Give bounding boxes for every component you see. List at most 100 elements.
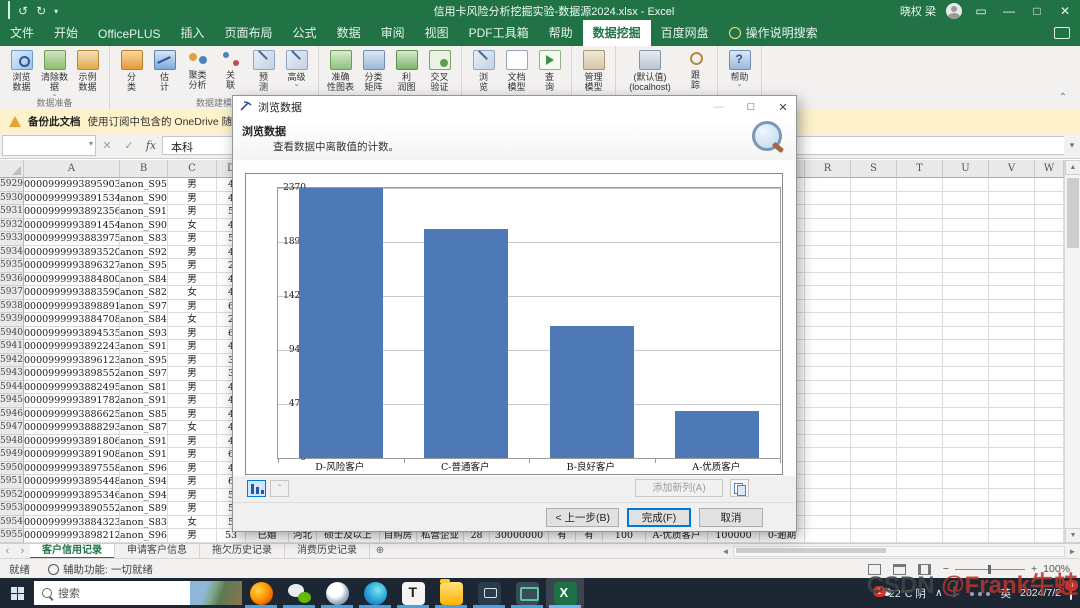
tab-OfficePLUS[interactable]: OfficePLUS (88, 23, 170, 46)
cell[interactable] (897, 448, 943, 462)
row-header[interactable]: 5935 (0, 259, 24, 273)
cell[interactable]: anon_S9519 (120, 178, 168, 192)
cell[interactable]: 男 (168, 489, 217, 503)
cell[interactable] (989, 232, 1035, 246)
cell[interactable]: 女 (168, 313, 217, 327)
cell[interactable]: 0000999993891908 (24, 448, 120, 462)
browse-model-button[interactable]: 浏 览 (467, 49, 500, 93)
save-icon[interactable] (8, 4, 10, 18)
cell[interactable] (897, 367, 943, 381)
cell[interactable] (943, 462, 989, 476)
cell[interactable]: 男 (168, 327, 217, 341)
cell[interactable]: 0000999993898212 (24, 529, 120, 543)
cell[interactable] (1035, 327, 1064, 341)
cell[interactable]: anon_S8407 (120, 313, 168, 327)
cell[interactable] (851, 502, 897, 516)
associate-button[interactable]: 关 联 (214, 49, 247, 93)
class-matrix-button[interactable]: 分类 矩阵 (357, 49, 390, 93)
cell[interactable] (943, 300, 989, 314)
row-header[interactable]: 5946 (0, 408, 24, 422)
cell[interactable]: 0000999993896327 (24, 259, 120, 273)
profit-chart-button[interactable]: 利 润图 (390, 49, 423, 93)
cell[interactable] (851, 529, 897, 543)
query-button[interactable]: 查 询 (533, 49, 566, 93)
cell[interactable]: 0000999993898552 (24, 367, 120, 381)
cell[interactable]: 0000999993891782 (24, 394, 120, 408)
cell[interactable]: 女 (168, 516, 217, 530)
hscroll-thumb[interactable] (736, 548, 886, 553)
avatar[interactable] (946, 3, 962, 19)
cell[interactable] (1035, 529, 1064, 543)
cell[interactable] (1035, 354, 1064, 368)
row-header[interactable]: 5949 (0, 448, 24, 462)
cell[interactable] (897, 475, 943, 489)
cell[interactable]: 0000999993896123 (24, 354, 120, 368)
cell[interactable] (805, 232, 851, 246)
estimate-button[interactable]: 估 计 (148, 49, 181, 93)
cell[interactable] (897, 489, 943, 503)
cell[interactable] (897, 516, 943, 530)
cell[interactable] (943, 435, 989, 449)
cell[interactable] (897, 286, 943, 300)
cell[interactable]: anon_S8369 (120, 516, 168, 530)
horizontal-scrollbar[interactable]: ◄ ► (718, 544, 1080, 559)
server-button[interactable]: (默认值) (localhost) (621, 49, 679, 93)
cell[interactable] (989, 502, 1035, 516)
cell[interactable] (805, 327, 851, 341)
cell[interactable] (989, 219, 1035, 233)
sheet-tab-客户信用记录[interactable]: 客户信用记录 (30, 544, 115, 559)
column-header-T[interactable]: T (897, 160, 943, 178)
row-header[interactable]: 5951 (0, 475, 24, 489)
tab-插入[interactable]: 插入 (171, 20, 215, 46)
cell[interactable]: 0000999993891454 (24, 219, 120, 233)
cell[interactable] (805, 286, 851, 300)
cell[interactable] (805, 367, 851, 381)
cell[interactable] (943, 475, 989, 489)
cell[interactable] (989, 327, 1035, 341)
insert-function-icon[interactable]: fx (140, 139, 162, 152)
cell[interactable] (897, 327, 943, 341)
cell[interactable] (989, 300, 1035, 314)
confirm-entry-icon[interactable]: ✓ (118, 139, 140, 152)
cell[interactable] (1035, 192, 1064, 206)
cell[interactable] (805, 516, 851, 530)
row-header[interactable]: 5954 (0, 516, 24, 530)
cell[interactable] (897, 421, 943, 435)
cell[interactable]: 0000999993894535 (24, 327, 120, 341)
column-header-S[interactable]: S (851, 160, 897, 178)
row-header[interactable]: 5941 (0, 340, 24, 354)
cell[interactable]: 女 (168, 421, 217, 435)
cell[interactable]: anon_S9121 (120, 448, 168, 462)
restore-button[interactable]: □ (1028, 4, 1046, 18)
cell[interactable] (805, 340, 851, 354)
cell[interactable] (851, 435, 897, 449)
cancel-entry-icon[interactable]: ✕ (96, 139, 118, 152)
tab-百度网盘[interactable]: 百度网盘 (651, 20, 719, 46)
manage-models-button[interactable]: 管理 模型 (577, 49, 610, 93)
cell[interactable] (989, 192, 1035, 206)
row-header[interactable]: 5952 (0, 489, 24, 503)
cell[interactable] (1035, 448, 1064, 462)
row-header[interactable]: 5943 (0, 367, 24, 381)
cell[interactable]: 男 (168, 529, 217, 543)
cell[interactable]: 女 (168, 219, 217, 233)
cell[interactable] (851, 300, 897, 314)
dialog-maximize-icon[interactable]: □ (738, 101, 764, 113)
taskbar-search-input[interactable]: 搜索 (34, 581, 242, 605)
cell[interactable] (851, 246, 897, 260)
cell[interactable] (989, 259, 1035, 273)
tab-开始[interactable]: 开始 (44, 20, 88, 46)
cell[interactable] (851, 340, 897, 354)
cell[interactable]: anon_S8598 (120, 408, 168, 422)
trace-button[interactable]: 跟 踪 (679, 49, 712, 93)
cell[interactable] (805, 178, 851, 192)
clean-data-button[interactable]: 清除数 据⌄ (38, 49, 71, 99)
cell[interactable] (897, 394, 943, 408)
tell-me-search[interactable]: 操作说明搜索 (719, 20, 828, 46)
hscroll-track[interactable] (733, 546, 1065, 557)
cell[interactable] (989, 462, 1035, 476)
cell[interactable] (1035, 273, 1064, 287)
cell[interactable] (943, 502, 989, 516)
cell[interactable]: 男 (168, 475, 217, 489)
cell[interactable] (897, 219, 943, 233)
